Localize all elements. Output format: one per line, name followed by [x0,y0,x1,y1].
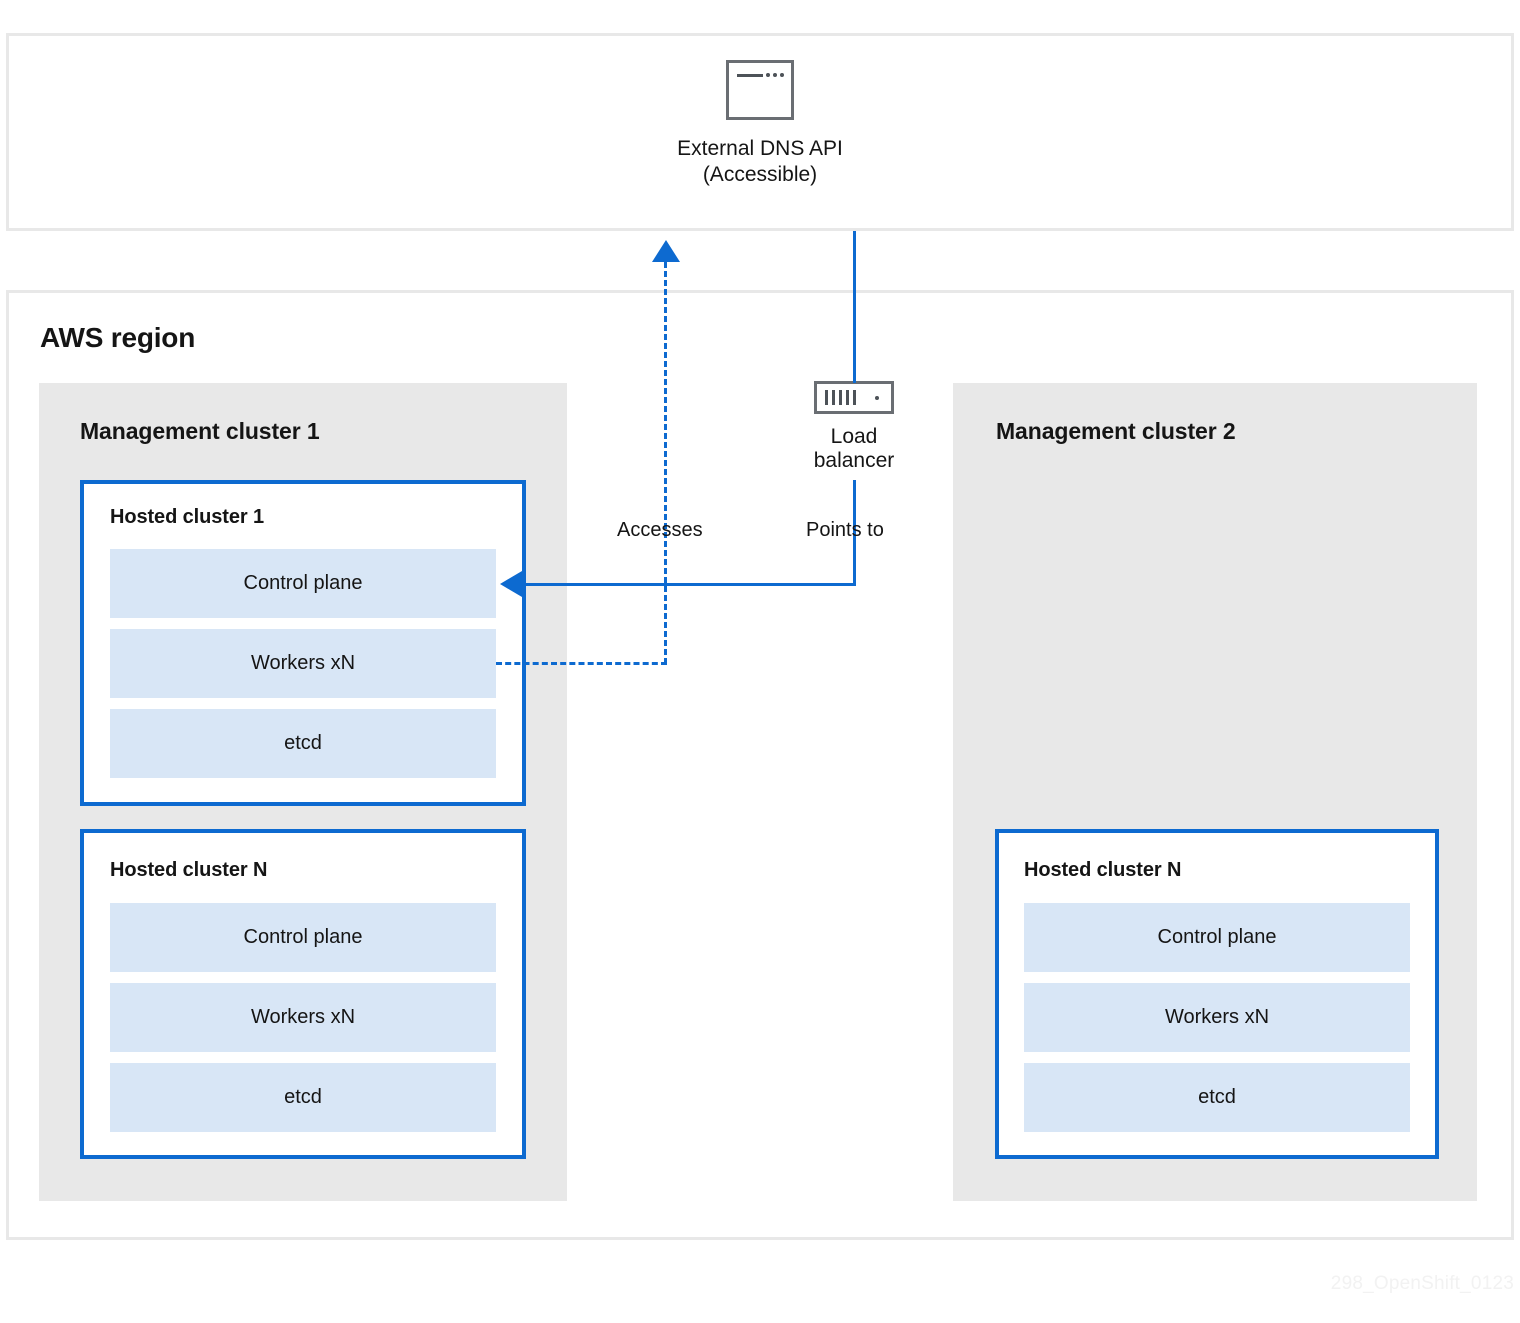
arrowhead-to-external-dns-api [652,240,680,262]
hosted-cluster-1-control-plane: Control plane [110,549,496,618]
server-rack-icon [814,381,894,414]
connector-workers-to-dns-vertical [664,262,667,664]
hosted-cluster-1-title: Hosted cluster 1 [110,506,265,528]
connector-dns-to-loadbalancer [853,231,856,383]
hosted-cluster-n-control-plane-cluster2: Control plane [1024,903,1410,972]
edge-label-accesses: Accesses [617,519,703,541]
arrowhead-to-control-plane [500,571,522,597]
hosted-cluster-n-etcd-cluster2: etcd [1024,1063,1410,1132]
hosted-cluster-n-control-plane-cluster1: Control plane [110,903,496,972]
management-cluster-1-title: Management cluster 1 [80,418,320,444]
hosted-cluster-n-title-cluster2: Hosted cluster N [1024,859,1182,881]
aws-region-title: AWS region [40,322,196,353]
hosted-cluster-n-title-cluster1: Hosted cluster N [110,859,268,881]
external-dns-api-title: External DNS API [677,137,843,160]
browser-titlebar-line [737,74,763,77]
browser-window-icon [726,60,794,120]
connector-loadbalancer-to-control-plane [522,583,856,586]
watermark: 298_OpenShift_0123 [1330,1273,1514,1294]
hosted-cluster-n-etcd-cluster1: etcd [110,1063,496,1132]
load-balancer-label-line1: Load [830,425,878,448]
load-balancer-node: Load balancer [774,381,934,472]
connector-workers-to-dns-horizontal [496,662,667,665]
server-rack-led [875,395,879,400]
hosted-cluster-1-etcd: etcd [110,709,496,778]
hosted-cluster-n-workers-cluster2: Workers xN [1024,983,1410,1052]
hosted-cluster-1-workers: Workers xN [110,629,496,698]
edge-label-points-to: Points to [806,519,884,541]
hosted-cluster-n-workers-cluster1: Workers xN [110,983,496,1052]
load-balancer-label-line2: balancer [813,448,895,472]
external-dns-api-subtitle: (Accessible) [702,163,818,187]
diagram-canvas: External DNS API (Accessible) AWS region… [0,0,1520,1323]
server-rack-bars [825,390,856,405]
management-cluster-2-title: Management cluster 2 [996,418,1236,444]
browser-titlebar-dots [766,73,784,77]
load-balancer-label: Load balancer [774,425,934,472]
external-dns-api-node: External DNS API (Accessible) [660,60,860,189]
